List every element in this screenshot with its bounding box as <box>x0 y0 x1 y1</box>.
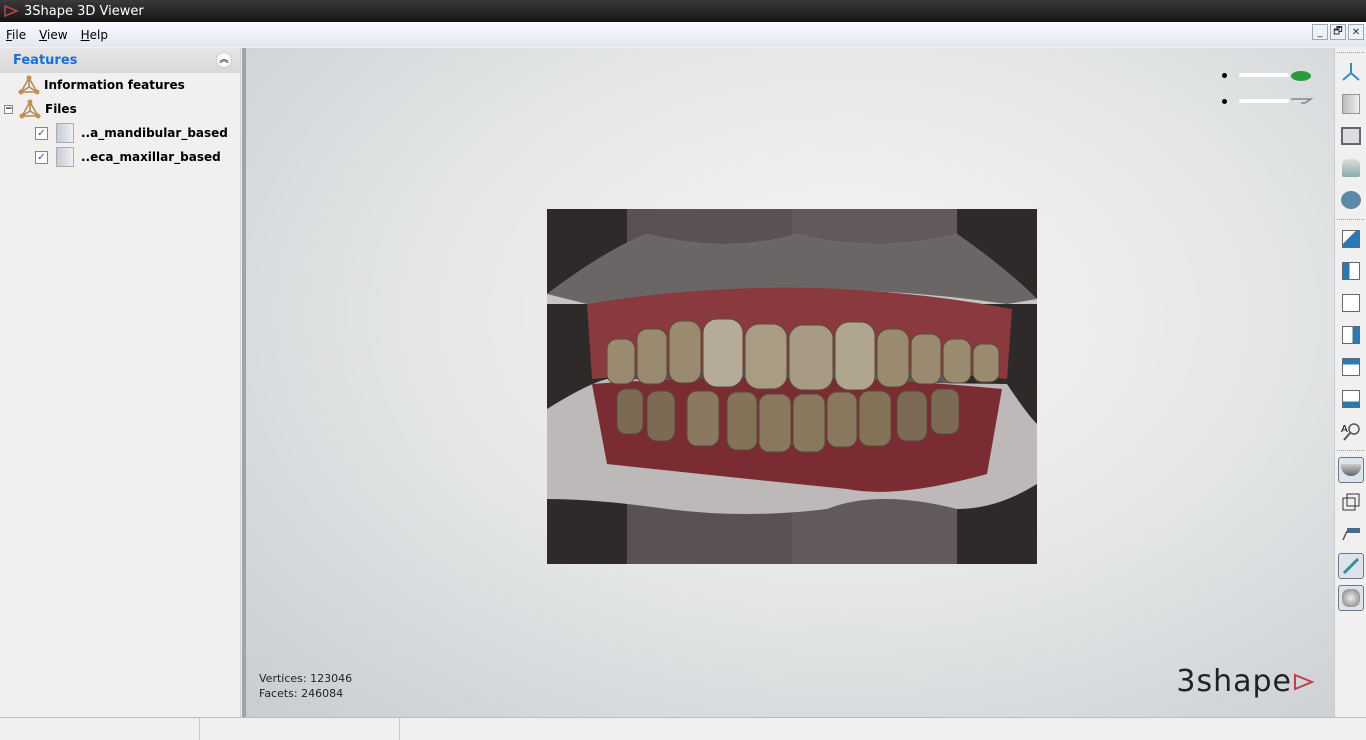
features-panel: Features ︽ Information features − Files … <box>0 48 241 717</box>
menu-view[interactable]: View <box>39 28 67 42</box>
window-title: 3Shape 3D Viewer <box>24 3 144 19</box>
axes-icon[interactable] <box>1338 59 1364 85</box>
tree-item-label: Information features <box>44 78 185 92</box>
restore-button[interactable]: 🗗 <box>1330 24 1346 40</box>
collapse-panel-button[interactable]: ︽ <box>216 52 232 68</box>
view-top-icon[interactable] <box>1338 187 1364 213</box>
status-bar <box>0 717 1366 740</box>
menu-help[interactable]: Help <box>81 28 108 42</box>
cube-left-icon[interactable] <box>1338 258 1364 284</box>
window-controls: _ 🗗 ✕ <box>1312 24 1364 40</box>
file-icon <box>56 147 74 167</box>
brand-text: 3shape <box>1176 664 1292 699</box>
feature-triangle-icon <box>18 75 40 95</box>
minimize-button[interactable]: _ <box>1312 24 1328 40</box>
wireframe-icon[interactable] <box>1338 489 1364 515</box>
visibility-checkbox[interactable]: ✓ <box>35 126 48 140</box>
tree-item-maxillar[interactable]: ✓ ..eca_maxillar_based <box>35 147 221 167</box>
visibility-checkbox[interactable]: ✓ <box>35 150 48 164</box>
app-logo-icon <box>4 5 18 17</box>
lower-jaw-icon <box>1291 98 1313 104</box>
cube-front-icon[interactable] <box>1338 226 1364 252</box>
view-side-icon[interactable] <box>1338 155 1364 181</box>
svg-text:A: A <box>1341 424 1348 435</box>
model-icon[interactable] <box>1338 91 1364 117</box>
features-title: Features <box>13 53 78 68</box>
clipping-icon[interactable] <box>1337 553 1364 579</box>
shaded-icon[interactable] <box>1337 457 1364 483</box>
upper-jaw-icon <box>1291 71 1311 81</box>
close-button[interactable]: ✕ <box>1348 24 1364 40</box>
file-icon <box>56 123 74 143</box>
cube-bottom-icon[interactable] <box>1338 386 1364 412</box>
vertices-count: Vertices: 123046 <box>259 672 353 685</box>
title-bar: 3Shape 3D Viewer <box>0 0 1366 22</box>
dental-model[interactable] <box>547 209 1037 564</box>
cube-right-icon[interactable] <box>1338 322 1364 348</box>
tree-item-label: Files <box>45 102 77 116</box>
cube-back-icon[interactable] <box>1338 290 1364 316</box>
tree-item-label: ..a_mandibular_based <box>81 126 228 140</box>
maxillar-opacity-slider[interactable] <box>1222 68 1313 82</box>
brand-logo: 3shape <box>1176 664 1314 699</box>
view-toolbar: A <box>1334 48 1366 717</box>
menu-file[interactable]: File <box>6 28 26 42</box>
status-cell <box>200 718 400 740</box>
collapse-tree-icon[interactable]: − <box>4 104 13 114</box>
tree-item-mandibular[interactable]: ✓ ..a_mandibular_based <box>35 123 228 143</box>
view-bottom-icon[interactable] <box>1338 123 1364 149</box>
mandibular-opacity-slider[interactable] <box>1222 94 1313 108</box>
brand-triangle-icon <box>1294 673 1314 690</box>
feature-triangle-icon <box>19 99 41 119</box>
model-statistics: Vertices: 123046 Facets: 246084 <box>259 671 352 701</box>
tree-item-information-features[interactable]: Information features <box>18 75 185 95</box>
measure-icon[interactable] <box>1338 521 1364 547</box>
facets-count: Facets: 246084 <box>259 687 344 700</box>
tree-item-label: ..eca_maxillar_based <box>81 150 221 164</box>
occlusion-icon[interactable] <box>1337 585 1364 611</box>
menu-bar: File View Help <box>0 22 1366 47</box>
3d-viewport[interactable]: Vertices: 123046 Facets: 246084 3shape <box>242 48 1334 717</box>
cube-top-icon[interactable] <box>1338 354 1364 380</box>
features-header: Features ︽ <box>0 48 240 73</box>
tree-item-files[interactable]: − Files <box>4 99 77 119</box>
zoom-fit-icon[interactable]: A <box>1338 418 1364 444</box>
status-cell <box>0 718 200 740</box>
